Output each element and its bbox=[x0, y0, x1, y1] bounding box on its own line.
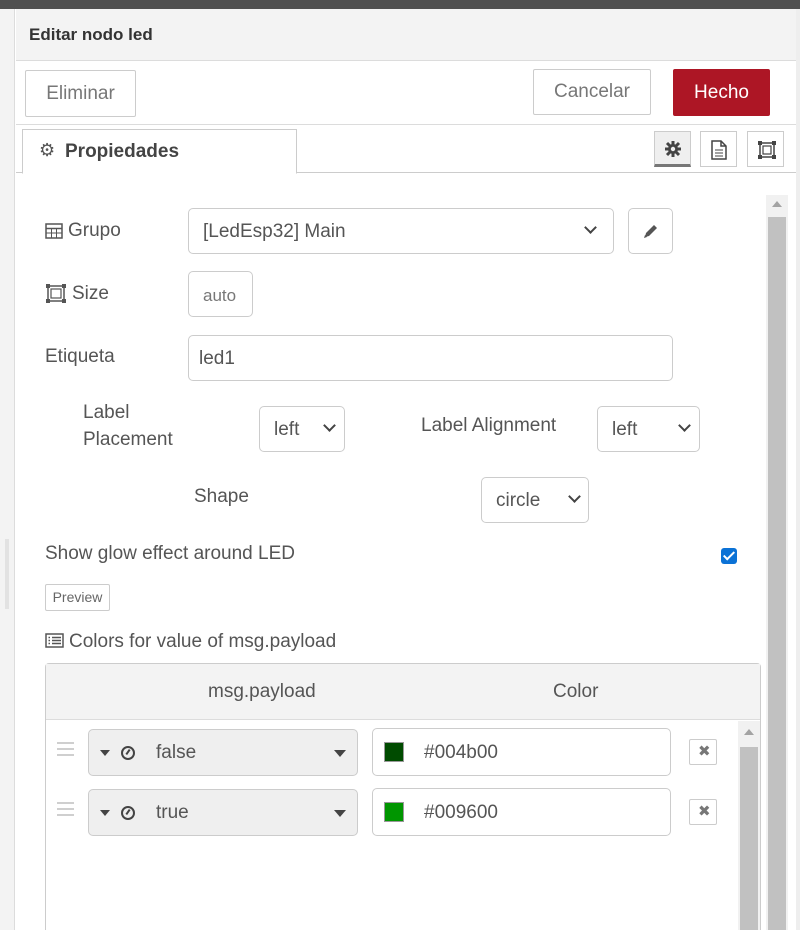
column-header-payload: msg.payload bbox=[208, 681, 316, 702]
description-tab-button[interactable] bbox=[700, 131, 737, 167]
label-input-value: led1 bbox=[199, 348, 235, 369]
node-appearance-icon bbox=[758, 141, 776, 159]
payload-typed-input[interactable]: false bbox=[88, 729, 358, 776]
shape-label: Shape bbox=[194, 486, 249, 507]
done-button[interactable]: Hecho bbox=[673, 69, 770, 116]
group-label: Grupo bbox=[68, 220, 121, 241]
label-alignment-value: left bbox=[612, 419, 638, 440]
label-field-label: Etiqueta bbox=[45, 346, 115, 367]
label-alignment-select[interactable]: left bbox=[597, 406, 700, 452]
color-swatch[interactable] bbox=[384, 742, 404, 762]
scroll-thumb[interactable] bbox=[740, 747, 758, 930]
color-input[interactable]: #004b00 bbox=[372, 728, 671, 776]
remove-row-button[interactable]: ✖ bbox=[689, 799, 717, 825]
remove-row-button[interactable]: ✖ bbox=[689, 739, 717, 765]
chevron-down-icon bbox=[678, 419, 691, 432]
panel-scrollbar[interactable] bbox=[766, 195, 788, 930]
shape-select[interactable]: circle bbox=[481, 477, 589, 523]
preview-button[interactable]: Preview bbox=[45, 584, 110, 611]
group-select-value: [LedEsp32] Main bbox=[203, 221, 346, 242]
label-placement-label-line1: Label bbox=[83, 402, 130, 423]
cancel-button[interactable]: Cancelar bbox=[533, 69, 651, 115]
boolean-type-icon bbox=[121, 746, 135, 760]
edit-group-button[interactable] bbox=[628, 208, 673, 254]
label-placement-value: left bbox=[274, 419, 300, 440]
delete-button[interactable]: Eliminar bbox=[25, 70, 136, 117]
group-select[interactable]: [LedEsp32] Main bbox=[188, 208, 614, 254]
chevron-down-icon bbox=[584, 221, 597, 234]
properties-tab-button[interactable] bbox=[654, 131, 691, 167]
payload-typed-input[interactable]: true bbox=[88, 789, 358, 836]
tab-bar: ⚙ Propiedades bbox=[16, 125, 796, 174]
tray-toolbar: Eliminar Cancelar Hecho bbox=[16, 61, 796, 125]
color-hex-value: #009600 bbox=[424, 802, 498, 823]
chevron-down-icon[interactable] bbox=[334, 810, 346, 817]
type-selector-caret-icon[interactable] bbox=[100, 810, 110, 816]
label-placement-label-line2: Placement bbox=[83, 429, 173, 450]
column-header-color: Color bbox=[553, 681, 599, 702]
glow-checkbox[interactable] bbox=[721, 548, 737, 564]
shape-value: circle bbox=[496, 490, 541, 511]
gear-icon: ⚙ bbox=[39, 140, 56, 160]
payload-value: false bbox=[156, 742, 197, 763]
color-hex-value: #004b00 bbox=[424, 742, 498, 763]
label-input[interactable]: led1 bbox=[188, 335, 673, 381]
label-alignment-label: Label Alignment bbox=[421, 415, 557, 436]
tab-properties[interactable]: ⚙ Propiedades bbox=[22, 129, 297, 174]
colors-label: Colors for value of msg.payload bbox=[69, 631, 337, 652]
colors-table: msg.payload Color false #004b00 ✖ true #… bbox=[45, 663, 761, 930]
glow-label: Show glow effect around LED bbox=[45, 543, 295, 564]
tab-properties-label: Propiedades bbox=[65, 141, 180, 162]
table-row: true #009600 ✖ bbox=[46, 781, 736, 841]
top-strip bbox=[0, 0, 800, 9]
close-icon: ✖ bbox=[698, 743, 711, 760]
chevron-down-icon[interactable] bbox=[334, 750, 346, 757]
drag-handle-icon[interactable] bbox=[57, 742, 74, 756]
scroll-thumb[interactable] bbox=[768, 217, 786, 930]
drag-handle-icon[interactable] bbox=[57, 802, 74, 816]
gear-icon bbox=[665, 141, 681, 157]
payload-value: true bbox=[156, 802, 189, 823]
scroll-up-arrow-icon[interactable] bbox=[772, 201, 782, 207]
size-icon bbox=[46, 284, 66, 303]
pencil-icon bbox=[644, 225, 657, 238]
color-input[interactable]: #009600 bbox=[372, 788, 671, 836]
boolean-type-icon bbox=[121, 806, 135, 820]
document-icon bbox=[711, 140, 727, 160]
size-label: Size bbox=[72, 283, 109, 304]
chevron-down-icon bbox=[568, 490, 581, 503]
tray-header: Editar nodo led bbox=[16, 9, 796, 61]
color-swatch[interactable] bbox=[384, 802, 404, 822]
table-icon bbox=[45, 223, 63, 239]
type-selector-caret-icon[interactable] bbox=[100, 750, 110, 756]
workspace-edge bbox=[0, 9, 15, 930]
table-scrollbar[interactable] bbox=[738, 721, 760, 930]
label-placement-select[interactable]: left bbox=[259, 406, 345, 452]
size-value: auto bbox=[203, 286, 237, 305]
chevron-down-icon bbox=[323, 419, 336, 432]
right-edge bbox=[796, 9, 800, 930]
close-icon: ✖ bbox=[698, 803, 711, 820]
tray-title: Editar nodo led bbox=[29, 25, 153, 44]
colors-table-header: msg.payload Color bbox=[46, 664, 760, 720]
resize-grip[interactable] bbox=[5, 539, 9, 609]
appearance-tab-button[interactable] bbox=[747, 131, 784, 167]
size-button[interactable]: auto bbox=[188, 271, 253, 317]
scroll-up-arrow-icon[interactable] bbox=[744, 729, 754, 735]
table-row: false #004b00 ✖ bbox=[46, 721, 736, 781]
list-icon bbox=[45, 633, 64, 648]
